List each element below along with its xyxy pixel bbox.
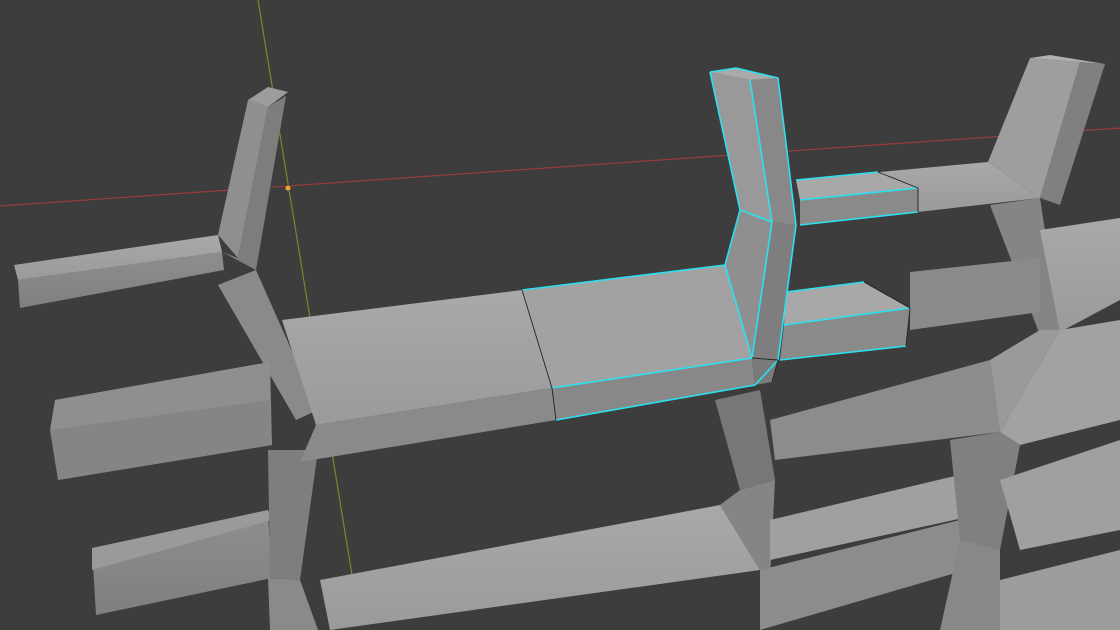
mesh-face [1000, 550, 1120, 630]
mesh-face [910, 258, 1040, 330]
origin-point-icon[interactable] [284, 184, 292, 192]
selected-mesh[interactable] [521, 67, 919, 421]
mesh-face [268, 450, 318, 580]
mesh-face [268, 578, 318, 630]
viewport-canvas[interactable] [0, 0, 1120, 630]
mesh-center-bar[interactable] [282, 290, 556, 462]
mesh-left-column[interactable] [14, 87, 318, 630]
mesh-face [1000, 440, 1120, 550]
mesh-face [320, 505, 760, 630]
mesh-face [752, 358, 778, 385]
mesh-face [715, 390, 775, 490]
3d-viewport[interactable] [0, 0, 1120, 630]
